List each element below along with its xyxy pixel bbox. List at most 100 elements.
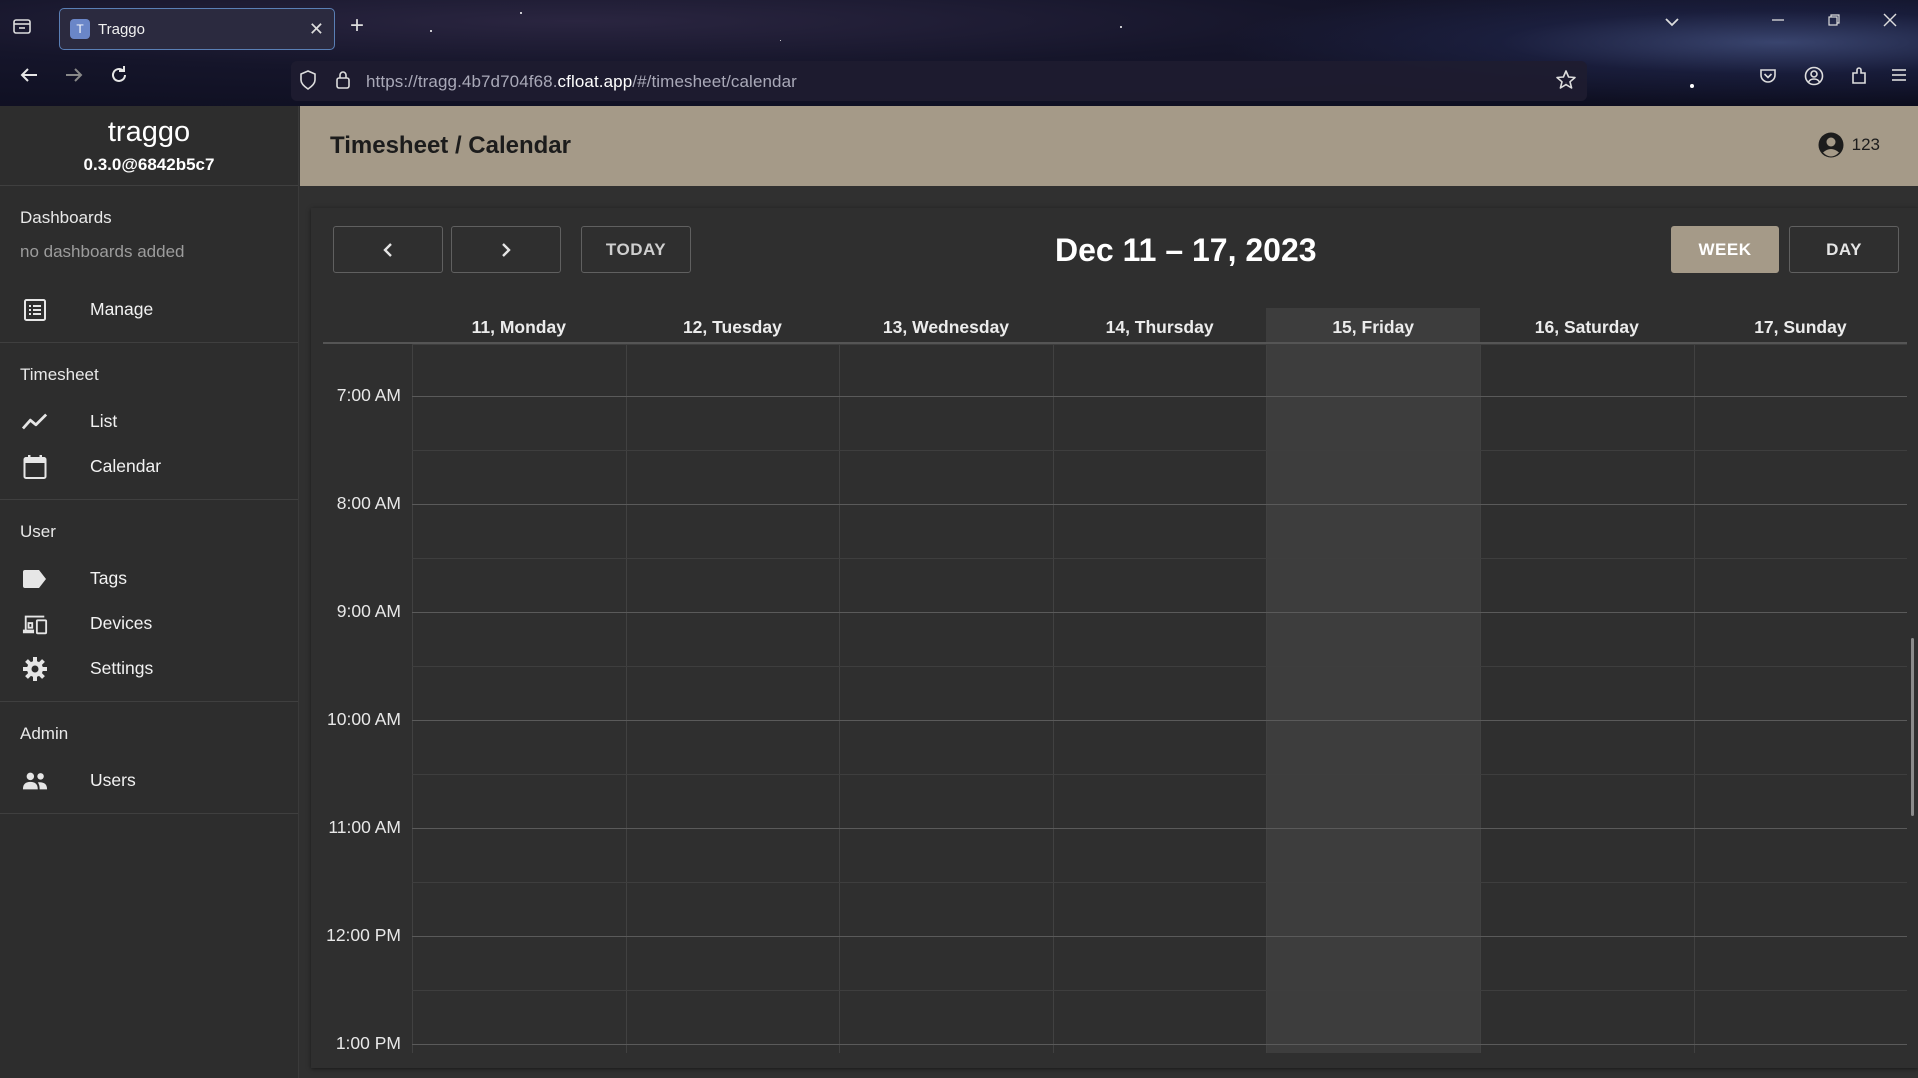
section-title-admin: Admin (20, 724, 69, 743)
day-header: 15, Friday (1266, 308, 1480, 342)
restore-icon[interactable] (1826, 12, 1842, 33)
chevron-left-icon (383, 242, 392, 257)
sidebar: traggo 0.3.0@6842b5c7 Dashboards no dash… (0, 106, 299, 1078)
hour-line (412, 828, 1907, 829)
calendar-icon (22, 454, 48, 480)
hour-line (412, 396, 1907, 397)
day-header: 12, Tuesday (682, 317, 782, 337)
account-circle-icon (1818, 132, 1844, 158)
sidebar-item-users[interactable]: Users (0, 758, 298, 803)
day-header: 16, Saturday (1534, 317, 1639, 337)
tab-title: Traggo (98, 20, 145, 38)
hour-line (412, 612, 1907, 613)
half-hour-line (412, 558, 1907, 559)
sidebar-item-list[interactable]: List (0, 399, 298, 444)
close-tab-icon[interactable]: ✕ (309, 19, 324, 40)
time-label: 8:00 AM (336, 493, 401, 513)
devices-icon (22, 611, 48, 637)
reload-icon[interactable] (108, 64, 130, 92)
time-label: 9:00 AM (336, 601, 401, 621)
app-version: 0.3.0@6842b5c7 (83, 155, 215, 174)
new-tab-button[interactable]: + (350, 12, 364, 40)
tag-icon (22, 566, 48, 592)
chevron-down-icon[interactable] (1664, 14, 1680, 35)
traggo-favicon-icon: T (70, 19, 90, 39)
sidebar-item-settings[interactable]: Settings (0, 646, 298, 691)
half-hour-line (412, 344, 1907, 345)
close-window-icon[interactable] (1882, 12, 1898, 33)
section-title-timesheet: Timesheet (20, 365, 99, 384)
section-admin: Admin Users (0, 702, 298, 814)
time-label: 10:00 AM (327, 709, 401, 729)
calendar-range-title: Dec 11 – 17, 2023 (1055, 232, 1317, 268)
section-user: User Tags Devices Settings (0, 500, 298, 702)
day-header: 13, Wednesday (882, 317, 1010, 337)
account-icon[interactable] (1804, 66, 1824, 92)
pocket-icon[interactable] (1758, 66, 1778, 92)
list-icon (22, 297, 48, 323)
back-icon[interactable] (18, 64, 40, 92)
no-dashboards-text: no dashboards added (20, 242, 185, 261)
lock-icon[interactable] (335, 70, 351, 95)
section-title-user: User (20, 522, 56, 541)
url-domain: cfloat.app (557, 72, 633, 91)
app-name: traggo (107, 116, 191, 148)
time-label: 1:00 PM (335, 1033, 401, 1053)
sidebar-item-tags[interactable]: Tags (0, 556, 298, 601)
url-prefix: https://tragg.4b7d704f68. (366, 72, 558, 91)
people-icon (22, 768, 48, 794)
chevron-right-icon (502, 242, 511, 257)
address-bar[interactable]: https://tragg.4b7d704f68.cfloat.app/#/ti… (291, 61, 1587, 101)
sidebar-item-label: Devices (90, 613, 153, 633)
sidebar-item-label: Tags (90, 568, 127, 588)
shield-icon[interactable] (299, 70, 317, 95)
day-header: 11, Monday (471, 317, 566, 337)
day-header: 14, Thursday (1105, 317, 1214, 337)
today-button[interactable]: TODAY (581, 226, 691, 273)
extensions-icon[interactable] (1849, 66, 1869, 92)
sidebar-item-manage[interactable]: Manage (0, 287, 298, 332)
menu-icon[interactable] (1890, 66, 1908, 90)
user-menu[interactable]: 123 (1818, 132, 1880, 158)
next-week-button[interactable] (451, 226, 561, 273)
app-header: Timesheet / Calendar 123 (300, 106, 1918, 186)
navigation-toolbar: https://tragg.4b7d704f68.cfloat.app/#/ti… (0, 60, 1918, 102)
brand: traggo 0.3.0@6842b5c7 (0, 106, 298, 186)
user-name: 123 (1851, 135, 1880, 154)
sidebar-item-label: Calendar (90, 456, 162, 476)
browser-tab-traggo[interactable]: T Traggo ✕ (59, 8, 335, 50)
half-hour-line (412, 774, 1907, 775)
prev-week-button[interactable] (333, 226, 443, 273)
sidebar-item-label: Users (90, 770, 136, 790)
day-header: 17, Sunday (1754, 317, 1847, 337)
browser-chrome: T Traggo ✕ + https://tragg.4b7d704f68.cf… (0, 0, 1918, 106)
star-icon[interactable] (1555, 69, 1577, 97)
half-hour-line (412, 450, 1907, 451)
minimize-icon[interactable] (1770, 12, 1786, 33)
time-label: 12:00 PM (326, 925, 401, 945)
gear-icon (22, 656, 48, 682)
sidebar-item-calendar[interactable]: Calendar (0, 444, 298, 489)
tab-strip: T Traggo ✕ + (0, 0, 1918, 54)
time-label: 11:00 AM (328, 817, 401, 837)
hour-line (412, 504, 1907, 505)
sidebar-item-label: Settings (90, 658, 154, 678)
url-suffix: /#/timesheet/calendar (632, 72, 797, 91)
scrollbar-thumb[interactable] (1911, 638, 1914, 816)
trend-icon (22, 409, 48, 435)
url-text[interactable]: https://tragg.4b7d704f68.cfloat.app/#/ti… (366, 72, 797, 92)
week-view-button[interactable]: WEEK (1671, 226, 1779, 273)
hour-line (412, 720, 1907, 721)
time-grid[interactable]: 7:00 AM 8:00 AM 9:00 AM 10:00 AM 11:00 AM 12:… (323, 344, 1907, 1053)
tab-list-icon[interactable] (12, 16, 34, 38)
section-timesheet: Timesheet List Calendar (0, 343, 298, 500)
page-title: Timesheet / Calendar (330, 132, 571, 159)
day-view-button[interactable]: DAY (1789, 226, 1899, 273)
half-hour-line (412, 666, 1907, 667)
forward-icon[interactable] (63, 64, 85, 92)
sidebar-item-devices[interactable]: Devices (0, 601, 298, 646)
hour-line (412, 1044, 1907, 1045)
week-grid: 11, Monday 12, Tuesday 13, Wednesday 14, Th… (323, 308, 1918, 1053)
half-hour-line (412, 882, 1907, 883)
calendar-card: TODAY Dec 11 – 17, 2023 WEEK DAY 11, Mon… (311, 208, 1918, 1068)
